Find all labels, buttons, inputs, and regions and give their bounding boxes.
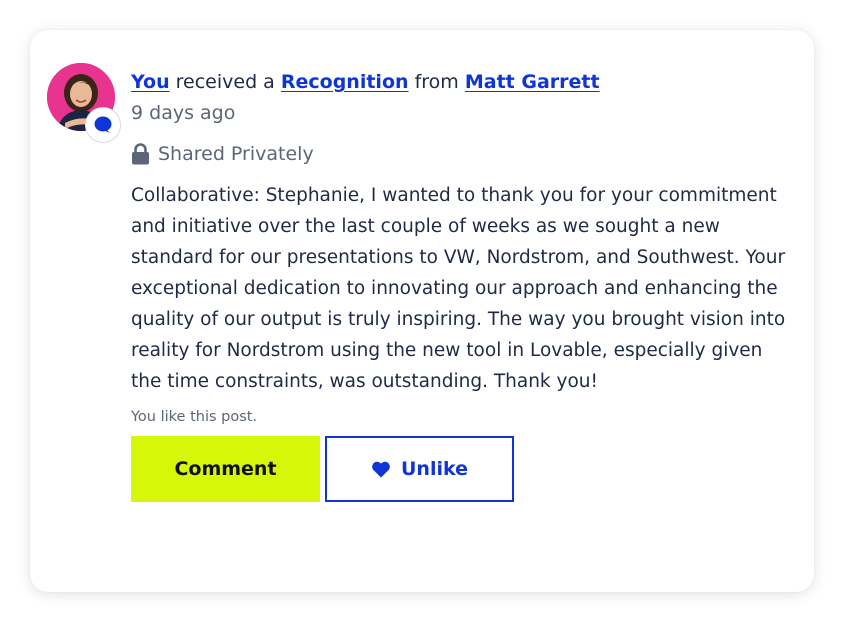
- comment-button-label: Comment: [174, 458, 277, 480]
- privacy-label: Shared Privately: [158, 143, 314, 165]
- like-status-text: You like this post.: [131, 409, 258, 425]
- unlike-button[interactable]: Unlike: [325, 436, 514, 502]
- headline-preposition: from: [414, 71, 459, 93]
- unlike-button-label: Unlike: [401, 458, 468, 480]
- lock-icon: [131, 143, 150, 165]
- recognition-message: Collaborative: Stephanie, I wanted to th…: [131, 185, 786, 392]
- post-timestamp: 9 days ago: [131, 102, 236, 124]
- post-headline: You received a Recognition from Matt Gar…: [131, 68, 796, 96]
- chat-bubble-icon: [85, 107, 121, 143]
- actor-link[interactable]: You: [131, 71, 170, 93]
- post-actions: Comment Unlike: [131, 436, 796, 502]
- headline-verb: received a: [175, 71, 275, 93]
- avatar[interactable]: [47, 63, 121, 143]
- comment-button[interactable]: Comment: [131, 436, 320, 502]
- recognition-link[interactable]: Recognition: [281, 71, 409, 93]
- privacy-status: Shared Privately: [131, 141, 796, 167]
- heart-icon: [371, 460, 391, 478]
- post-content: You received a Recognition from Matt Gar…: [131, 68, 796, 502]
- sender-link[interactable]: Matt Garrett: [465, 71, 600, 93]
